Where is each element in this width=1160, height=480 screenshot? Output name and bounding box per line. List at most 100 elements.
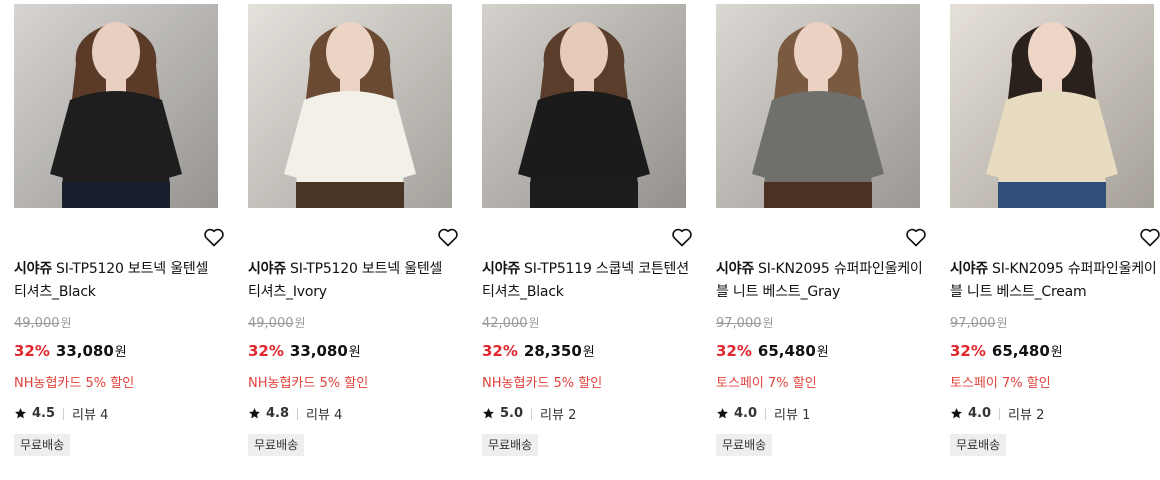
original-price-amount: 97,000 xyxy=(716,316,762,331)
product-grid: 시야쥬 SI-TP5120 보트넥 울텐셀 티셔츠_Black 49,000원 3… xyxy=(0,0,1160,480)
sale-price-amount: 33,080 xyxy=(55,342,114,360)
product-title[interactable]: 시야쥬 SI-TP5120 보트넥 울텐셀 티셔츠_Black xyxy=(14,258,224,304)
product-title[interactable]: 시야쥬 SI-KN2095 슈퍼파인울케이블 니트 베스트_Cream xyxy=(950,258,1160,304)
original-price-amount: 49,000 xyxy=(14,316,60,331)
product-card[interactable]: 시야쥬 SI-KN2095 슈퍼파인울케이블 니트 베스트_Cream 97,00… xyxy=(950,4,1160,456)
sale-price-amount: 28,350 xyxy=(523,342,582,360)
rating-score: 5.0 xyxy=(500,406,524,421)
sale-price-unit: 원 xyxy=(1050,345,1063,360)
free-shipping-badge: 무료배송 xyxy=(950,434,1007,456)
discount-rate: 32% xyxy=(716,342,752,360)
product-image[interactable] xyxy=(716,4,920,208)
rating-score: 4.0 xyxy=(734,406,758,421)
free-shipping-badge: 무료배송 xyxy=(14,434,71,456)
brand-name: 시야쥬 xyxy=(14,261,53,277)
brand-name: 시야쥬 xyxy=(950,261,989,277)
free-shipping-badge: 무료배송 xyxy=(716,434,773,456)
original-price-unit: 원 xyxy=(996,316,1008,330)
sale-price-amount: 65,480 xyxy=(757,342,816,360)
free-shipping-badge: 무료배송 xyxy=(482,434,539,456)
free-shipping-badge: 무료배송 xyxy=(248,434,305,456)
product-image[interactable] xyxy=(950,4,1154,208)
card-promo-text: NH농협카드 5% 할인 xyxy=(482,376,603,391)
star-icon xyxy=(717,408,728,419)
sale-price-unit: 원 xyxy=(348,345,361,360)
review-count: 리뷰 2 xyxy=(540,408,577,423)
original-price-unit: 원 xyxy=(762,316,774,330)
card-promo-text: 토스페이 7% 할인 xyxy=(716,376,817,391)
model-photo xyxy=(482,4,686,208)
discount-rate: 32% xyxy=(482,342,518,360)
divider xyxy=(765,407,767,420)
divider xyxy=(63,407,65,420)
card-promo-text: 토스페이 7% 할인 xyxy=(950,376,1051,391)
wishlist-heart-icon[interactable] xyxy=(1138,225,1160,249)
rating-score: 4.0 xyxy=(968,406,992,421)
original-price: 49,000원 xyxy=(248,314,306,331)
star-icon xyxy=(483,408,494,419)
discount-rate: 32% xyxy=(14,342,50,360)
product-image[interactable] xyxy=(482,4,686,208)
sale-price-unit: 원 xyxy=(816,345,829,360)
sale-price: 32% 33,080원 xyxy=(248,340,361,364)
model-photo xyxy=(14,4,218,208)
sale-price: 32% 33,080원 xyxy=(14,340,127,364)
original-price-unit: 원 xyxy=(528,316,540,330)
original-price-amount: 49,000 xyxy=(248,316,294,331)
divider xyxy=(999,407,1001,420)
rating-score: 4.5 xyxy=(32,406,56,421)
card-promo-text: NH농협카드 5% 할인 xyxy=(14,376,135,391)
original-price-amount: 42,000 xyxy=(482,316,528,331)
product-image[interactable] xyxy=(248,4,452,208)
star-icon xyxy=(951,408,962,419)
review-count: 리뷰 4 xyxy=(306,408,343,423)
original-price: 42,000원 xyxy=(482,314,540,331)
product-image[interactable] xyxy=(14,4,218,208)
discount-rate: 32% xyxy=(248,342,284,360)
card-promo-text: NH농협카드 5% 할인 xyxy=(248,376,369,391)
sale-price-amount: 33,080 xyxy=(289,342,348,360)
divider xyxy=(531,407,533,420)
original-price-amount: 97,000 xyxy=(950,316,996,331)
star-icon xyxy=(15,408,26,419)
product-card[interactable]: 시야쥬 SI-TP5120 보트넥 울텐셀 티셔츠_Ivory 49,000원 3… xyxy=(248,4,458,456)
model-photo xyxy=(716,4,920,208)
product-title[interactable]: 시야쥬 SI-TP5119 스쿱넥 코튼텐션 티셔츠_Black xyxy=(482,258,692,304)
divider xyxy=(297,407,299,420)
product-title[interactable]: 시야쥬 SI-TP5120 보트넥 울텐셀 티셔츠_Ivory xyxy=(248,258,458,304)
model-photo xyxy=(950,4,1154,208)
rating-score: 4.8 xyxy=(266,406,290,421)
sale-price: 32% 28,350원 xyxy=(482,340,595,364)
sale-price: 32% 65,480원 xyxy=(950,340,1063,364)
product-title[interactable]: 시야쥬 SI-KN2095 슈퍼파인울케이블 니트 베스트_Gray xyxy=(716,258,926,304)
original-price-unit: 원 xyxy=(60,316,72,330)
review-summary[interactable]: 4.8 리뷰 4 xyxy=(248,404,342,423)
product-card[interactable]: 시야쥬 SI-TP5120 보트넥 울텐셀 티셔츠_Black 49,000원 3… xyxy=(14,4,224,456)
product-card[interactable]: 시야쥬 SI-TP5119 스쿱넥 코튼텐션 티셔츠_Black 42,000원 … xyxy=(482,4,692,456)
original-price: 49,000원 xyxy=(14,314,72,331)
review-summary[interactable]: 4.5 리뷰 4 xyxy=(14,404,108,423)
review-summary[interactable]: 4.0 리뷰 2 xyxy=(950,404,1044,423)
wishlist-heart-icon[interactable] xyxy=(904,225,928,249)
model-photo xyxy=(248,4,452,208)
review-count: 리뷰 2 xyxy=(1008,408,1045,423)
original-price: 97,000원 xyxy=(950,314,1008,331)
original-price-unit: 원 xyxy=(294,316,306,330)
review-summary[interactable]: 4.0 리뷰 1 xyxy=(716,404,810,423)
discount-rate: 32% xyxy=(950,342,986,360)
review-count: 리뷰 1 xyxy=(774,408,811,423)
product-card[interactable]: 시야쥬 SI-KN2095 슈퍼파인울케이블 니트 베스트_Gray 97,000… xyxy=(716,4,926,456)
brand-name: 시야쥬 xyxy=(482,261,521,277)
review-summary[interactable]: 5.0 리뷰 2 xyxy=(482,404,576,423)
wishlist-heart-icon[interactable] xyxy=(436,225,460,249)
brand-name: 시야쥬 xyxy=(716,261,755,277)
wishlist-heart-icon[interactable] xyxy=(670,225,694,249)
review-count: 리뷰 4 xyxy=(72,408,109,423)
brand-name: 시야쥬 xyxy=(248,261,287,277)
sale-price: 32% 65,480원 xyxy=(716,340,829,364)
wishlist-heart-icon[interactable] xyxy=(202,225,226,249)
sale-price-amount: 65,480 xyxy=(991,342,1050,360)
sale-price-unit: 원 xyxy=(582,345,595,360)
original-price: 97,000원 xyxy=(716,314,774,331)
sale-price-unit: 원 xyxy=(114,345,127,360)
